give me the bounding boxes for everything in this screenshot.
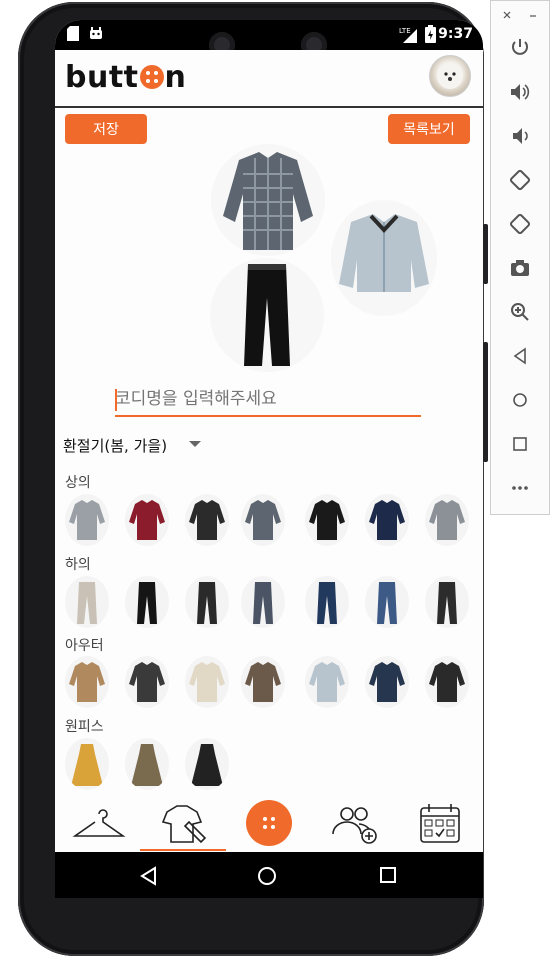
back-icon[interactable] xyxy=(139,866,159,886)
close-icon[interactable] xyxy=(501,9,513,21)
status-bar: LTE 9:37 xyxy=(55,20,483,72)
volume-button xyxy=(483,224,488,284)
clothing-thumbnail[interactable] xyxy=(241,576,285,628)
clothing-thumbnail[interactable] xyxy=(425,576,469,628)
clothing-thumbnail[interactable] xyxy=(125,576,169,628)
hanger-icon xyxy=(72,809,126,837)
clothing-thumbnail[interactable] xyxy=(305,576,349,628)
nav-calendar[interactable] xyxy=(409,798,469,852)
device-screen: LTE 9:37 butt n 저장 목록보기 코디명을 입력해주세요 환절기(… xyxy=(55,20,483,898)
power-button xyxy=(483,342,488,462)
volume-up-icon[interactable] xyxy=(507,79,533,105)
power-icon[interactable] xyxy=(507,35,533,61)
category-label-outer: 아우터 xyxy=(65,638,104,654)
sd-card-icon xyxy=(67,26,79,45)
overview-icon[interactable] xyxy=(507,431,533,457)
people-add-icon xyxy=(332,807,377,844)
clothing-thumbnail[interactable] xyxy=(241,494,285,546)
clock: 9:37 xyxy=(438,26,473,42)
season-select-value: 환절기(봄, 가을) xyxy=(63,437,168,455)
logo-text-end: n xyxy=(164,60,187,95)
clothing-thumbnail[interactable] xyxy=(185,738,229,790)
nav-outfit-create[interactable] xyxy=(155,798,215,852)
save-button[interactable]: 저장 xyxy=(65,114,147,144)
calendar-check-icon xyxy=(420,804,460,843)
clothing-thumbnail[interactable] xyxy=(365,494,409,546)
clothing-thumbnail[interactable] xyxy=(125,494,169,546)
android-icon xyxy=(89,26,103,44)
profile-avatar[interactable] xyxy=(429,55,471,97)
camera-icon[interactable] xyxy=(507,255,533,281)
clothing-thumbnail[interactable] xyxy=(125,656,169,708)
chevron-down-icon[interactable] xyxy=(189,441,201,447)
network-label: LTE xyxy=(399,27,411,35)
view-list-button[interactable]: 목록보기 xyxy=(388,114,470,144)
outfit-top-item[interactable] xyxy=(211,144,325,256)
clothing-thumbnail[interactable] xyxy=(185,494,229,546)
app-header: butt n xyxy=(55,50,483,108)
clothing-thumbnail[interactable] xyxy=(241,656,285,708)
clothing-thumbnail[interactable] xyxy=(425,494,469,546)
system-navigation-bar xyxy=(55,852,483,898)
nav-home[interactable] xyxy=(239,798,299,852)
clothing-thumbnail[interactable] xyxy=(185,576,229,628)
nav-friends[interactable] xyxy=(325,798,385,852)
button-logo-icon xyxy=(139,65,164,89)
clothing-thumbnail[interactable] xyxy=(425,656,469,708)
clothing-thumbnail[interactable] xyxy=(365,576,409,628)
button-logo[interactable]: butt n xyxy=(65,60,186,95)
logo-text-start: butt xyxy=(65,60,139,95)
battery-icon xyxy=(425,25,436,47)
lte-signal-icon: LTE xyxy=(399,25,419,47)
outfit-name-input[interactable] xyxy=(115,385,421,413)
text-cursor xyxy=(115,389,117,411)
outfit-bottom-item[interactable] xyxy=(210,258,324,372)
clothing-thumbnail[interactable] xyxy=(65,576,109,628)
category-label-bottoms: 하의 xyxy=(65,557,91,573)
bottom-navigation xyxy=(55,798,483,852)
clothing-thumbnail[interactable] xyxy=(305,656,349,708)
clothing-thumbnail[interactable] xyxy=(305,494,349,546)
shirt-pencil-icon xyxy=(161,805,207,844)
volume-down-icon[interactable] xyxy=(507,123,533,149)
rotate-right-icon[interactable] xyxy=(507,211,533,237)
nav-closet[interactable] xyxy=(69,798,129,852)
active-tab-indicator xyxy=(140,849,226,851)
minimize-icon[interactable] xyxy=(527,9,539,21)
home-icon[interactable] xyxy=(507,387,533,413)
category-label-tops: 상의 xyxy=(65,475,91,491)
clothing-thumbnail[interactable] xyxy=(65,656,109,708)
home-icon[interactable] xyxy=(257,866,277,886)
more-icon[interactable] xyxy=(507,475,533,501)
category-label-dresses: 원피스 xyxy=(65,719,104,735)
overview-icon[interactable] xyxy=(379,866,397,884)
clothing-thumbnail[interactable] xyxy=(65,494,109,546)
clothing-thumbnail[interactable] xyxy=(365,656,409,708)
button-logo-icon xyxy=(246,800,292,846)
zoom-icon[interactable] xyxy=(507,299,533,325)
back-icon[interactable] xyxy=(507,343,533,369)
outfit-name-field[interactable] xyxy=(115,385,421,417)
phone-frame: LTE 9:37 butt n 저장 목록보기 코디명을 입력해주세요 환절기(… xyxy=(18,2,488,956)
clothing-thumbnail[interactable] xyxy=(185,656,229,708)
clothing-thumbnail[interactable] xyxy=(125,738,169,790)
rotate-left-icon[interactable] xyxy=(507,167,533,193)
season-select[interactable]: 환절기(봄, 가을) xyxy=(63,435,167,456)
outfit-outer-item[interactable] xyxy=(331,200,437,316)
emulator-toolbar xyxy=(490,0,550,515)
clothing-thumbnail[interactable] xyxy=(65,738,109,790)
